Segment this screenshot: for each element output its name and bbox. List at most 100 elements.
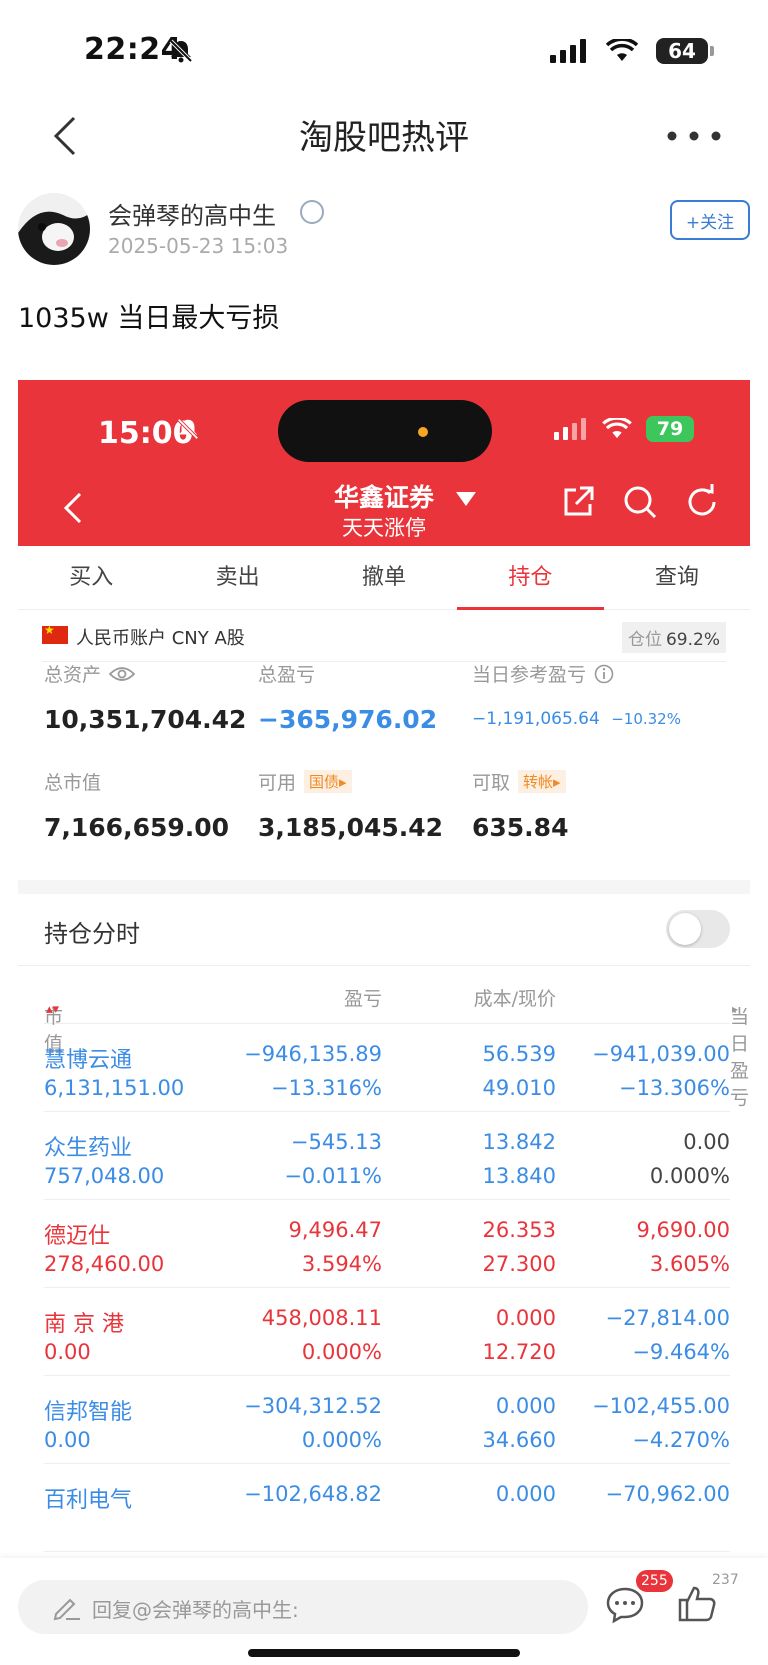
stock-pnl-percent: 0.000%: [301, 1340, 382, 1364]
tab-positions[interactable]: 持仓: [457, 546, 605, 610]
stock-pnl: −304,312.52: [244, 1394, 382, 1418]
share-icon[interactable]: [560, 484, 596, 520]
chevron-right-icon: ▸: [732, 1002, 739, 1016]
col-pnl[interactable]: 盈亏: [344, 984, 382, 1011]
post-author-row: 会弹琴的高中生 2025-05-23 15:03 +关注: [18, 190, 750, 270]
tab-query[interactable]: 查询: [604, 546, 750, 609]
stock-market-value: 757,048.00: [44, 1164, 165, 1188]
post-text: 1035w 当日最大亏损: [18, 303, 280, 334]
total-assets: 总资产 10,351,704.42: [44, 660, 246, 734]
like-count: 237: [712, 1572, 739, 1588]
withdrawable-label: 可取: [472, 772, 511, 794]
signal-icon: [554, 418, 586, 440]
pen-icon: [53, 1598, 80, 1621]
total-pnl-value: −365,976.02: [258, 705, 438, 734]
total-assets-label: 总资产: [44, 664, 102, 686]
avatar[interactable]: [18, 193, 90, 265]
holding-row[interactable]: 百利电气 −102,648.82 0.000 −70,962.00: [44, 1464, 730, 1552]
refresh-icon[interactable]: [684, 484, 720, 520]
battery-icon: 64: [656, 38, 714, 64]
like-icon[interactable]: [676, 1582, 718, 1624]
daily-pnl: 当日参考盈亏 −1,191,065.64 −10.32%: [472, 660, 681, 729]
tab-buy[interactable]: 买入: [18, 546, 164, 609]
withdrawable-funds: 可取 转帐▸ 635.84: [472, 768, 568, 842]
sort-icon: ▴▾: [46, 1002, 60, 1017]
holdings-header: 市值 ▴▾ 盈亏 成本/现价 当日盈亏 ▸: [44, 966, 749, 1109]
comment-count-badge: 255: [636, 1570, 673, 1592]
search-icon[interactable]: [622, 484, 658, 520]
holding-row[interactable]: 德迈仕 278,460.00 9,496.47 3.594% 26.353 27.300 9…: [44, 1200, 730, 1288]
section-divider: [18, 880, 750, 894]
total-pnl-label: 总盈亏: [258, 664, 316, 686]
stock-pnl-percent: 0.000%: [301, 1428, 382, 1452]
broker-header: 15:00 79 华鑫证券 天天涨停: [18, 380, 750, 546]
daily-pnl-label: 当日参考盈亏: [472, 664, 587, 686]
stock-pnl: −545.13: [290, 1130, 382, 1154]
post-image[interactable]: 15:00 79 华鑫证券 天天涨停 买入 卖出 撤单 持仓 查询 ★ 人民币账…: [18, 380, 750, 1560]
stock-daily-pnl: −70,962.00: [605, 1482, 730, 1506]
intraday-toggle[interactable]: [666, 910, 730, 948]
transfer-link[interactable]: 转帐▸: [518, 770, 566, 793]
author-name[interactable]: 会弹琴的高中生: [108, 196, 276, 231]
stock-price: 49.010: [482, 1076, 556, 1100]
stock-daily-pnl-percent: 0.000%: [649, 1164, 730, 1188]
stock-daily-pnl-percent: −4.270%: [632, 1428, 730, 1452]
stock-daily-pnl: −27,814.00: [605, 1306, 730, 1330]
stock-daily-pnl-percent: −13.306%: [618, 1076, 730, 1100]
holding-row[interactable]: 南 京 港 0.00 458,008.11 0.000% 0.000 12.720 −27,…: [44, 1288, 730, 1376]
stock-name: 慧博云通: [44, 1048, 133, 1073]
stock-daily-pnl: 9,690.00: [636, 1218, 730, 1242]
info-icon[interactable]: [594, 664, 614, 684]
tab-cancel[interactable]: 撤单: [311, 546, 457, 609]
available-funds: 可用 国债▸ 3,185,045.42: [258, 768, 443, 842]
status-bar: 22:24 64: [0, 0, 768, 100]
stock-cost: 0.000: [495, 1394, 556, 1418]
intraday-position-row: 持仓分时: [18, 894, 750, 966]
stock-price: 13.840: [482, 1164, 556, 1188]
total-assets-value: 10,351,704.42: [44, 705, 247, 734]
follow-button[interactable]: +关注: [670, 200, 750, 240]
reply-input[interactable]: 回复@会弹琴的高中生:: [18, 1580, 588, 1634]
tab-sell[interactable]: 卖出: [164, 546, 310, 609]
stock-pnl-percent: −0.011%: [284, 1164, 382, 1188]
stock-pnl: −946,135.89: [244, 1042, 382, 1066]
account-name: 人民币账户 CNY A股: [76, 628, 245, 649]
holding-row[interactable]: 信邦智能 0.00 −304,312.52 0.000% 0.000 34.660 −102…: [44, 1376, 730, 1464]
treasury-bond-link[interactable]: 国债▸: [304, 770, 352, 793]
intraday-position-label: 持仓分时: [44, 920, 140, 948]
china-flag-icon: [42, 623, 68, 644]
comment-icon[interactable]: [604, 1584, 646, 1626]
stock-market-value: 0.00: [44, 1428, 91, 1452]
withdrawable-value: 635.84: [472, 813, 569, 842]
trade-tabs: 买入 卖出 撤单 持仓 查询: [18, 546, 750, 610]
stock-price: 27.300: [482, 1252, 556, 1276]
available-value: 3,185,045.42: [258, 813, 444, 842]
stock-cost: 0.000: [495, 1306, 556, 1330]
bell-slash-icon: [169, 39, 193, 63]
account-row[interactable]: 人民币账户 CNY A股 仓位69.2%: [42, 610, 726, 662]
reply-placeholder: 回复@会弹琴的高中生:: [92, 1598, 299, 1622]
col-cost-price[interactable]: 成本/现价: [474, 984, 556, 1011]
stock-name: 信邦智能: [44, 1400, 133, 1425]
stock-name: 南 京 港: [44, 1312, 124, 1337]
stock-daily-pnl: −941,039.00: [592, 1042, 730, 1066]
eye-icon[interactable]: [109, 665, 136, 683]
nav-bar: 淘股吧热评: [0, 100, 768, 172]
signal-icon: [550, 39, 586, 63]
col-daily-pnl-label: 当日盈亏: [730, 1006, 750, 1109]
dropdown-caret-icon[interactable]: [456, 492, 476, 506]
stock-daily-pnl-percent: 3.605%: [649, 1252, 730, 1276]
stock-market-value: 6,131,151.00: [44, 1076, 185, 1100]
stock-cost: 13.842: [482, 1130, 556, 1154]
holding-row[interactable]: 慧博云通 6,131,151.00 −946,135.89 −13.316% 56.53…: [44, 1024, 730, 1112]
stock-cost: 26.353: [482, 1218, 556, 1242]
page-title: 淘股吧热评: [299, 118, 469, 158]
stock-daily-pnl: −102,455.00: [592, 1394, 730, 1418]
daily-pnl-percent: −10.32%: [611, 710, 681, 728]
holding-row[interactable]: 众生药业 757,048.00 −545.13 −0.011% 13.842 13.840…: [44, 1112, 730, 1200]
recording-dot-icon: [418, 427, 428, 437]
more-icon[interactable]: [664, 112, 724, 160]
market-value-amount: 7,166,659.00: [44, 813, 230, 842]
stock-price: 34.660: [482, 1428, 556, 1452]
position-ratio-badge: 仓位 69.2%: [621, 622, 726, 653]
